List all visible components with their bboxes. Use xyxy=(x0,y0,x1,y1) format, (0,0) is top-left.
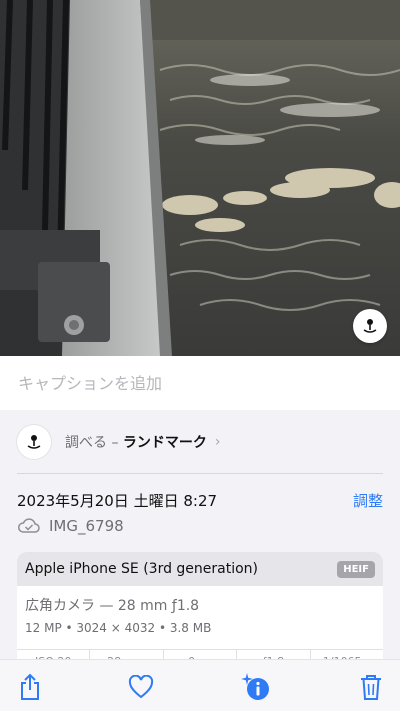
image-specs: 12 MP • 3024 × 4032 • 3.8 MB xyxy=(25,621,212,635)
landmark-badge-button[interactable] xyxy=(353,309,387,343)
share-icon xyxy=(21,673,39,700)
photo-view[interactable] xyxy=(0,0,400,356)
file-row: IMG_6798 xyxy=(17,515,124,537)
camera-card-header: Apple iPhone SE (3rd generation) HEIF xyxy=(17,552,383,586)
adjust-button[interactable]: 調整 xyxy=(353,490,383,511)
favorite-heart-icon xyxy=(128,675,154,699)
landmark-pin-icon xyxy=(363,319,377,333)
lens-info: 広角カメラ — 28 mm ƒ1.8 xyxy=(25,598,200,614)
trash-icon xyxy=(361,675,381,700)
photo-datetime: 2023年5月20日 土曜日 8:27 xyxy=(17,492,218,510)
divider xyxy=(17,473,383,474)
caption-input[interactable] xyxy=(0,356,400,410)
caption-area xyxy=(0,356,400,410)
favorite-button[interactable] xyxy=(126,672,156,702)
lookup-subject: ランドマーク xyxy=(122,435,207,451)
icloud-check-icon xyxy=(18,518,40,533)
info-button[interactable] xyxy=(239,672,273,702)
share-button[interactable] xyxy=(15,672,45,702)
format-badge: HEIF xyxy=(337,560,375,578)
device-name: Apple iPhone SE (3rd generation) xyxy=(25,561,259,577)
visual-lookup-row[interactable]: 調べる – ランドマーク › xyxy=(0,410,400,474)
chevron-right-icon: › xyxy=(214,434,221,450)
camera-info-card: Apple iPhone SE (3rd generation) HEIF 広角… xyxy=(17,552,383,672)
lookup-landmark-icon-wrap xyxy=(17,425,51,459)
delete-button[interactable] xyxy=(356,672,386,702)
lookup-label: 調べる – ランドマーク xyxy=(65,432,207,452)
lookup-prefix: 調べる – xyxy=(65,435,123,451)
file-name: IMG_6798 xyxy=(49,517,124,535)
photo-image xyxy=(0,0,400,356)
bottom-toolbar xyxy=(0,659,400,711)
info-sparkle-icon xyxy=(241,673,269,700)
landmark-pin-icon xyxy=(27,435,41,449)
